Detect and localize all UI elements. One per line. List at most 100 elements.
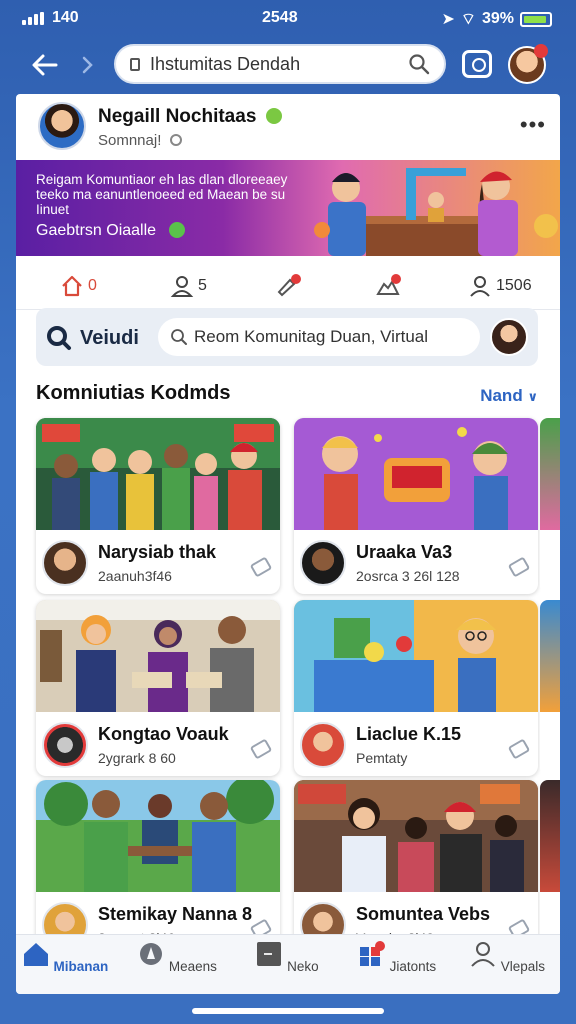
community-avatar <box>42 722 88 768</box>
user-count: 5 <box>198 277 207 294</box>
search-placeholder: Reom Komunitag Duan, Virtual <box>194 327 429 346</box>
megaphone-icon <box>277 274 301 297</box>
search-avatar[interactable] <box>490 318 528 356</box>
community-card-peek[interactable] <box>540 780 560 956</box>
user-icon <box>170 276 194 297</box>
section-more-label: Nand <box>480 386 523 405</box>
search-icon <box>47 326 71 350</box>
nav-label: Vlepals <box>500 959 546 974</box>
nav-apps[interactable]: Jiatonts <box>352 941 442 974</box>
community-title: Narysiab thak <box>98 542 217 562</box>
user-tab[interactable]: 5 <box>170 272 207 300</box>
forward-button[interactable] <box>80 50 100 80</box>
more-options-button[interactable]: ••• <box>520 112 546 138</box>
home-icon <box>62 275 82 297</box>
location-icon: ➤ <box>441 11 455 28</box>
battery-percent: 39% <box>481 10 514 27</box>
profile-subtitle: Somnnaj! <box>98 132 162 149</box>
nav-notes[interactable]: Neko <box>242 941 332 974</box>
community-image <box>294 780 538 892</box>
nav-profile[interactable]: Vlepals <box>462 941 552 974</box>
community-image <box>294 418 538 530</box>
bottom-navigation: Mibanan Meaens Neko Jiatonts Vlepals <box>16 934 560 994</box>
megaphone-tab[interactable] <box>276 272 302 300</box>
chevron-down-icon: ∨ <box>527 389 538 404</box>
nav-label: Jiatonts <box>389 959 437 974</box>
community-meta: 2ygrark 8 60 <box>98 750 176 766</box>
home-tab[interactable]: 0 <box>60 272 97 300</box>
community-avatar <box>42 540 88 586</box>
banner-illustration <box>314 168 558 256</box>
nav-label: Neko <box>287 959 319 974</box>
battery-icon <box>520 11 552 27</box>
pin-icon[interactable] <box>249 738 273 760</box>
pin-icon[interactable] <box>507 738 531 760</box>
section-more-link[interactable]: Nand ∨ <box>480 386 538 406</box>
community-avatar <box>300 540 346 586</box>
community-card[interactable]: Stemikay Nanna 8 2agmat 2l46 <box>36 780 280 956</box>
camera-button[interactable] <box>462 50 492 78</box>
browser-toolbar: Ihstumitas Dendah <box>0 40 576 90</box>
community-title: Somuntea Vebs <box>356 904 491 924</box>
home-count: 0 <box>88 277 97 294</box>
url-text: Ihstumitas Dendah <box>150 53 301 74</box>
community-card[interactable]: Kongtao Voauk 2ygrark 8 60 <box>36 600 280 776</box>
community-image <box>36 780 280 892</box>
home-icon <box>23 943 48 966</box>
community-card[interactable]: Liaclue K.15 Pemtaty <box>294 600 538 776</box>
notification-dot <box>534 44 548 58</box>
community-grid: Narysiab thak 2aanuh3f46 Uraaka Va3 2osr… <box>36 418 560 956</box>
community-title: Stemikay Nanna 8 <box>98 904 253 924</box>
community-card-peek[interactable] <box>540 600 560 776</box>
hands-icon <box>376 274 401 295</box>
nav-label: Meaens <box>168 959 217 974</box>
back-button[interactable] <box>30 50 62 80</box>
profile-avatar[interactable] <box>38 102 86 150</box>
home-indicator[interactable] <box>192 1008 384 1014</box>
community-card[interactable]: Narysiab thak 2aanuh3f46 <box>36 418 280 594</box>
game-icon <box>168 222 185 238</box>
community-search: Veiudi Reom Komunitag Duan, Virtual <box>36 308 538 366</box>
verified-icon <box>265 108 282 124</box>
url-bar[interactable]: Ihstumitas Dendah <box>114 44 446 84</box>
promo-banner[interactable]: Reigam Komuntiaor eh las dlan dloreeaey … <box>16 160 560 256</box>
status-time-center: 2548 <box>262 9 298 26</box>
nav-explore[interactable]: Meaens <box>132 941 222 974</box>
status-right: ➤ ⌔ 39% <box>442 9 552 29</box>
pin-icon[interactable] <box>249 556 273 578</box>
search-label: Veiudi <box>80 326 139 349</box>
profile-icon <box>471 942 495 967</box>
banner-cta[interactable]: Gaebtrsn Oiaalle <box>36 222 156 239</box>
nav-label: Mibanan <box>53 959 109 974</box>
community-title: Uraaka Va3 <box>356 542 453 562</box>
grid-icon <box>359 941 385 966</box>
search-input[interactable]: Reom Komunitag Duan, Virtual <box>158 318 480 356</box>
community-card[interactable]: Somuntea Vebs Vramim 2l40 <box>294 780 538 956</box>
community-card-peek[interactable] <box>540 418 560 594</box>
banner-text: Reigam Komuntiaor eh las dlan dloreeaey … <box>36 172 288 217</box>
profile-header: Negaill Nochitaas Somnnaj! ••• <box>16 94 560 160</box>
lock-icon <box>130 57 140 71</box>
hands-tab[interactable] <box>376 272 402 300</box>
search-icon[interactable] <box>408 53 430 75</box>
people-count: 1506 <box>496 277 532 294</box>
community-avatar <box>300 722 346 768</box>
section-title: Komniutias Kodmds <box>36 382 231 404</box>
status-time-left: 140 <box>52 9 79 26</box>
account-avatar[interactable] <box>508 44 548 84</box>
community-meta: 2osrca 3 26l 128 <box>356 568 460 584</box>
chevron-right-icon <box>82 56 93 74</box>
community-meta: Pemtaty <box>356 750 408 766</box>
wifi-icon: ⌔ <box>460 11 476 28</box>
community-image <box>294 600 538 712</box>
nav-home[interactable]: Mibanan <box>20 941 110 974</box>
community-image <box>36 600 280 712</box>
people-icon <box>470 276 490 297</box>
community-meta: 2aanuh3f46 <box>98 568 172 584</box>
community-image <box>36 418 280 530</box>
signal-icon <box>22 12 44 25</box>
pin-icon[interactable] <box>507 556 531 578</box>
people-tab[interactable]: 1506 <box>468 272 532 300</box>
search-small-icon <box>171 329 187 345</box>
community-card[interactable]: Uraaka Va3 2osrca 3 26l 128 <box>294 418 538 594</box>
